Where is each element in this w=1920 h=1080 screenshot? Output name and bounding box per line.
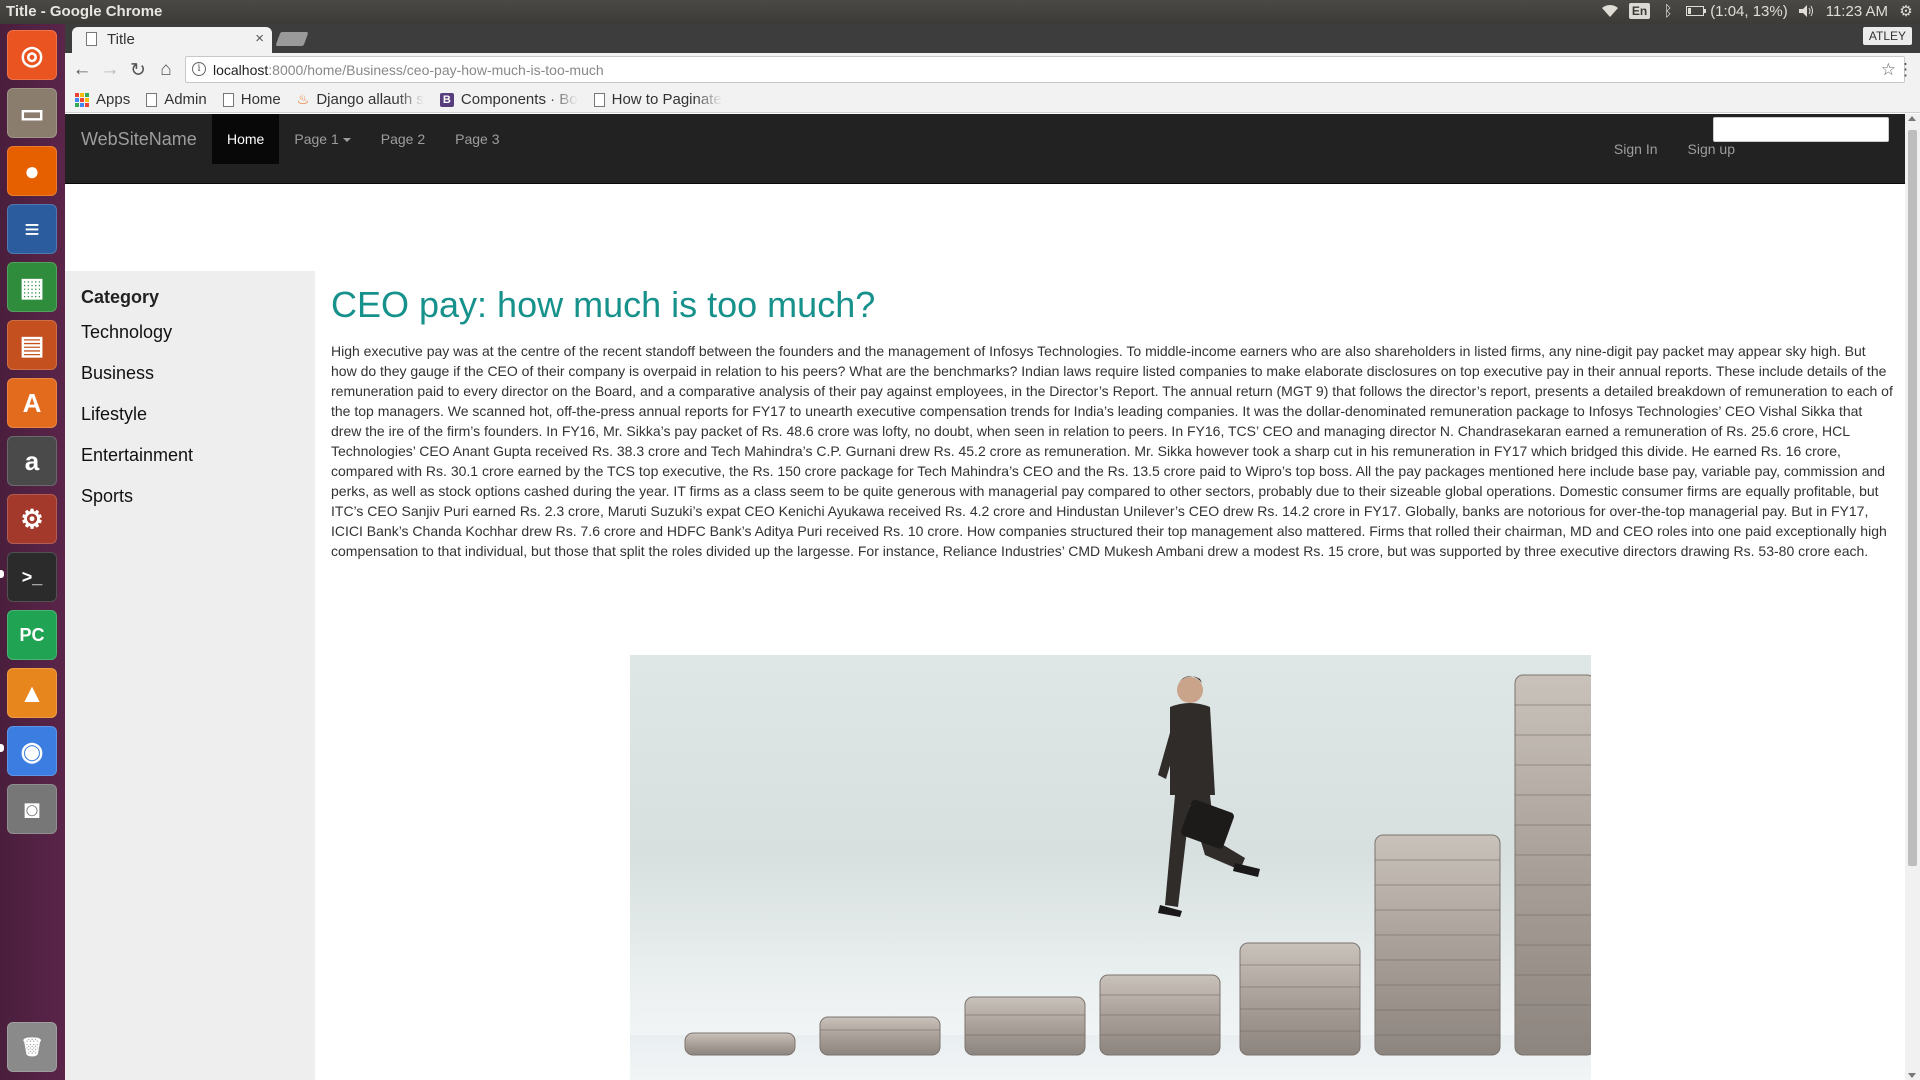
- software-center-icon[interactable]: A: [7, 378, 57, 428]
- bootstrap-icon: B: [439, 92, 454, 107]
- keyboard-layout-label: En: [1628, 3, 1651, 19]
- bookmark-apps[interactable]: Apps: [75, 91, 130, 108]
- window-title: Title - Google Chrome: [6, 3, 163, 20]
- page-scrollbar[interactable]: [1905, 114, 1920, 1080]
- page-icon: [86, 32, 97, 46]
- battery-icon: [1686, 6, 1707, 16]
- wifi-icon[interactable]: [1601, 2, 1619, 20]
- bookmark-label: Components · Bo: [460, 91, 578, 108]
- chrome-running-pip: [0, 744, 4, 752]
- keyboard-layout-indicator[interactable]: En: [1628, 2, 1651, 20]
- bookmark-label: Django allauth s: [316, 91, 424, 108]
- page-viewport: WebSiteName Home Page 1 Page 2 Page 3 Si…: [65, 114, 1920, 1080]
- chrome-window: Title × ATLEY ← → ↻ ⌂ i localhost:8000/h…: [65, 24, 1920, 1080]
- url-host: localhost: [213, 62, 269, 78]
- volume-icon[interactable]: [1798, 2, 1816, 20]
- libreoffice-writer-icon[interactable]: ≡: [7, 204, 57, 254]
- category-business[interactable]: Business: [81, 363, 299, 404]
- unity-launcher: ◎ ▭ ● ≡ ▦ ▤ Aa ⚙ >_ PC ▲ ◉ ◙ 🗑: [0, 24, 65, 1080]
- files-icon[interactable]: ▭: [7, 88, 57, 138]
- tab-close-icon[interactable]: ×: [255, 30, 264, 47]
- bookmark-label: Apps: [96, 91, 131, 108]
- trash-icon[interactable]: 🗑: [7, 1022, 57, 1072]
- camera-icon[interactable]: ◙: [7, 784, 57, 834]
- bookmark-components-bo[interactable]: B Components · Bo: [439, 91, 578, 108]
- nav-page-1-label: Page 1: [294, 131, 339, 147]
- caret-down-icon: [342, 138, 351, 143]
- bookmark-label: Admin: [164, 91, 207, 108]
- browser-tab[interactable]: Title ×: [72, 27, 272, 53]
- url-text[interactable]: localhost:8000/home/Business/ceo-pay-how…: [213, 62, 604, 78]
- bookmark-home[interactable]: Home: [222, 91, 281, 108]
- scroll-up-arrow-icon[interactable]: [1908, 116, 1916, 121]
- system-tray: En ᛒ (1:04, 13%) 11:23 AM ⚙: [1601, 2, 1914, 20]
- page-icon: [222, 92, 234, 107]
- clock[interactable]: 11:23 AM: [1826, 2, 1888, 20]
- scroll-down-arrow-icon[interactable]: [1908, 1073, 1916, 1078]
- bookmark-star-icon[interactable]: ☆: [1881, 60, 1896, 80]
- article-body: High executive pay was at the centre of …: [331, 343, 1893, 559]
- vlc-icon[interactable]: ▲: [7, 668, 57, 718]
- nav-page-2[interactable]: Page 2: [366, 114, 440, 164]
- chrome-icon[interactable]: ◉: [7, 726, 57, 776]
- tab-title: Title: [107, 31, 135, 48]
- browser-toolbar: ← → ↻ ⌂ i localhost:8000/home/Business/c…: [65, 53, 1920, 87]
- url-path: :8000/home/Business/ceo-pay-how-much-is-…: [268, 62, 604, 78]
- page-icon: [146, 92, 158, 107]
- bluetooth-icon[interactable]: ᛒ: [1660, 2, 1676, 20]
- firefox-icon[interactable]: ●: [7, 146, 57, 196]
- libreoffice-calc-icon[interactable]: ▦: [7, 262, 57, 312]
- article-image: [630, 655, 1591, 1080]
- django-icon: ♨: [296, 91, 310, 107]
- nav-home[interactable]: Home: [212, 114, 280, 164]
- article-title: CEO pay: how much is too much?: [331, 284, 876, 325]
- tab-strip: Title × ATLEY: [65, 24, 1920, 53]
- search-input[interactable]: [1713, 117, 1889, 142]
- battery-label: (1:04, 13%): [1710, 2, 1788, 20]
- session-gear-icon[interactable]: ⚙: [1898, 2, 1914, 20]
- site-info-icon[interactable]: i: [192, 62, 206, 76]
- category-technology[interactable]: Technology: [81, 322, 299, 363]
- forward-icon[interactable]: →: [97, 57, 123, 83]
- category-sports[interactable]: Sports: [81, 486, 299, 527]
- bookmark-admin[interactable]: Admin: [146, 91, 207, 108]
- apps-grid-icon: [75, 92, 89, 107]
- bookmark-label: How to Paginate: [611, 91, 722, 108]
- home-icon[interactable]: ⌂: [153, 57, 179, 83]
- nav-page-1-dropdown[interactable]: Page 1: [279, 114, 365, 164]
- bookmark-label: Home: [240, 91, 281, 108]
- ubuntu-top-panel: Title - Google Chrome En ᛒ (1:04, 13%) 1…: [0, 0, 1920, 24]
- category-heading: Category: [81, 287, 160, 307]
- system-settings-icon[interactable]: ⚙: [7, 494, 57, 544]
- article: CEO pay: how much is too much? High exec…: [331, 284, 1895, 561]
- libreoffice-impress-icon[interactable]: ▤: [7, 320, 57, 370]
- ubuntu-dash-icon[interactable]: ◎: [7, 30, 57, 80]
- site-navbar: WebSiteName Home Page 1 Page 2 Page 3 Si…: [65, 114, 1905, 184]
- reload-icon[interactable]: ↻: [125, 57, 151, 83]
- bookmarks-bar: Apps Admin Home ♨ Django allauth s B Component…: [65, 87, 1920, 113]
- page-icon: [593, 92, 605, 107]
- terminal-running-pip: [0, 570, 4, 578]
- category-lifestyle[interactable]: Lifestyle: [81, 404, 299, 445]
- sign-in-link[interactable]: Sign In: [1599, 124, 1673, 174]
- category-sidebar: Category Technology Business Lifestyle E…: [65, 271, 315, 1080]
- category-entertainment[interactable]: Entertainment: [81, 445, 299, 486]
- battery-indicator[interactable]: (1:04, 13%): [1686, 2, 1788, 20]
- scroll-thumb[interactable]: [1908, 130, 1917, 866]
- pycharm-icon[interactable]: PC: [7, 610, 57, 660]
- terminal-icon[interactable]: >_: [7, 552, 57, 602]
- site-brand[interactable]: WebSiteName: [81, 129, 197, 150]
- bookmark-django-allauth-s[interactable]: ♨ Django allauth s: [297, 91, 424, 108]
- bookmark-how-to-paginate[interactable]: How to Paginate: [593, 91, 722, 108]
- profile-button[interactable]: ATLEY: [1862, 27, 1912, 45]
- new-tab-button[interactable]: [275, 32, 309, 46]
- back-icon[interactable]: ←: [69, 57, 95, 83]
- address-bar[interactable]: i localhost:8000/home/Business/ceo-pay-h…: [185, 56, 1905, 83]
- nav-page-3[interactable]: Page 3: [440, 114, 514, 164]
- amazon-icon[interactable]: a: [7, 436, 57, 486]
- nav-links: Home Page 1 Page 2 Page 3: [212, 114, 514, 164]
- chrome-menu-icon[interactable]: ⋮: [1897, 60, 1914, 80]
